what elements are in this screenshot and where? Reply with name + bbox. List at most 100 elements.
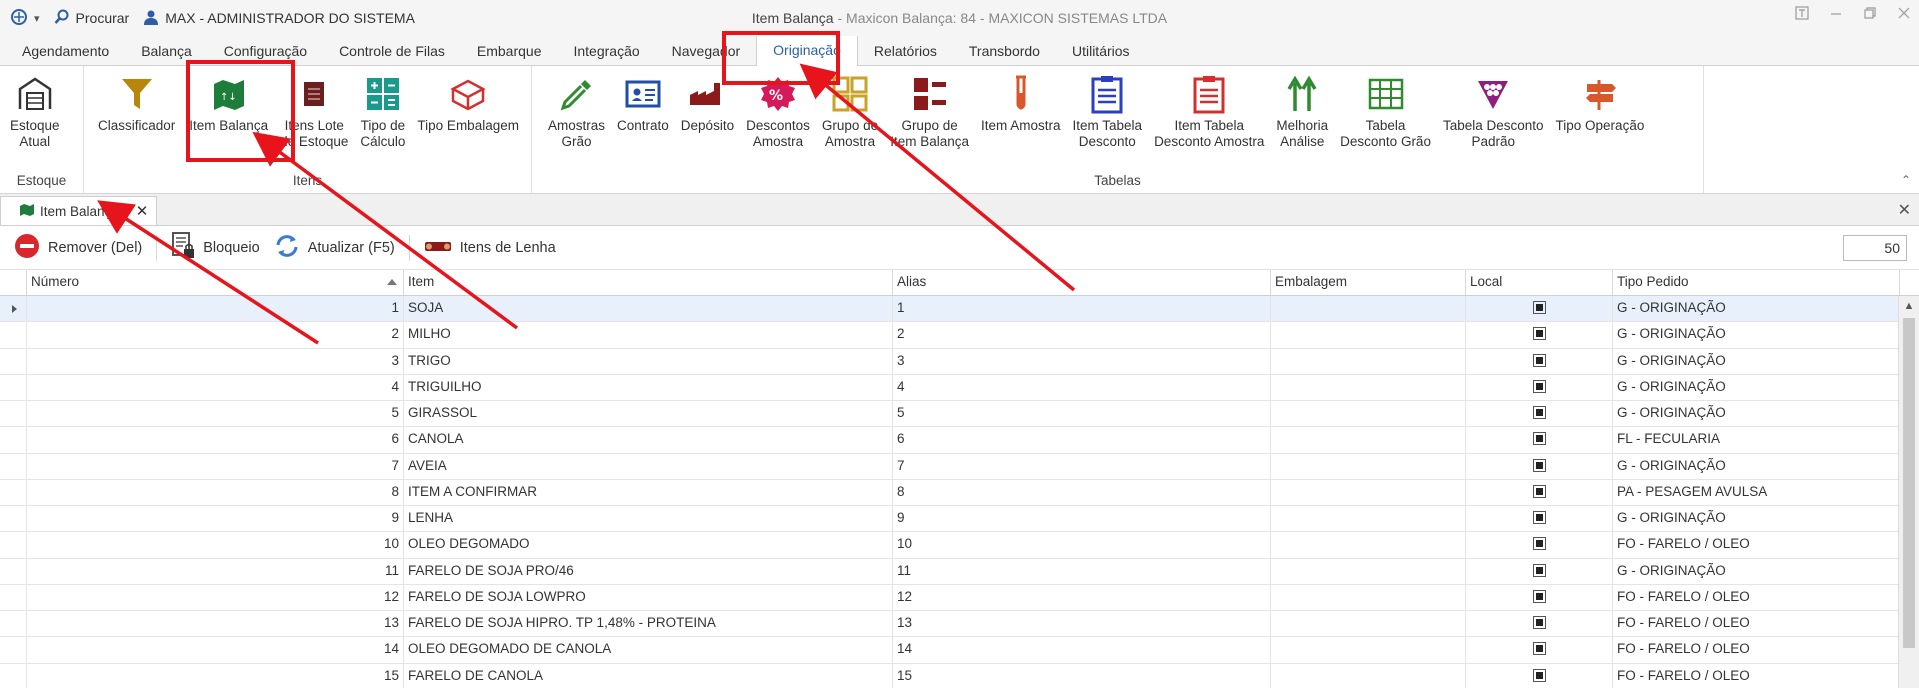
cell-embalagem bbox=[1271, 427, 1466, 453]
local-checkbox[interactable] bbox=[1532, 511, 1546, 524]
menu-utilitarios[interactable]: Utilitários bbox=[1056, 37, 1146, 65]
menu-agendamento[interactable]: Agendamento bbox=[6, 37, 125, 65]
tipo-operacao-button[interactable]: Tipo Operação bbox=[1550, 74, 1651, 134]
row-indicator bbox=[0, 401, 27, 427]
search-button[interactable]: Procurar bbox=[54, 9, 129, 28]
menu-configuracao[interactable]: Configuração bbox=[208, 37, 323, 65]
item-balanca-button[interactable]: ↑↓ Item Balança bbox=[183, 74, 274, 134]
itens-lote-button[interactable]: Itens Lote de Estoque bbox=[274, 74, 354, 150]
user-button[interactable]: MAX - ADMINISTRADOR DO SISTEMA bbox=[143, 9, 415, 28]
local-checkbox[interactable] bbox=[1532, 432, 1546, 446]
classificador-button[interactable]: Classificador bbox=[92, 74, 181, 134]
table-row[interactable]: 15 FARELO DE CANOLA 15 FO - FARELO / OLEO bbox=[0, 663, 1919, 688]
amostras-grao-button[interactable]: Amostras Grão bbox=[542, 74, 611, 150]
scroll-thumb[interactable] bbox=[1903, 318, 1915, 648]
item-amostra-button[interactable]: Item Amostra bbox=[975, 74, 1067, 134]
table-row[interactable]: 3 TRIGO 3 G - ORIGINAÇÃO bbox=[0, 348, 1919, 375]
cell-tipo-pedido: FO - FARELO / OLEO bbox=[1613, 637, 1900, 663]
tipo-calculo-button[interactable]: Tipo de Cálculo bbox=[354, 74, 411, 150]
ribbon-collapse-icon[interactable]: ⌃ bbox=[1901, 173, 1911, 187]
descontos-amostra-button[interactable]: % Descontos Amostra bbox=[740, 74, 816, 150]
menu-integracao[interactable]: Integração bbox=[557, 37, 655, 65]
menu-bar: Agendamento Balança Configuração Controle d… bbox=[0, 35, 1919, 66]
cell-embalagem bbox=[1271, 663, 1466, 688]
row-indicator bbox=[0, 584, 27, 610]
minimize-icon[interactable] bbox=[1829, 6, 1843, 24]
local-checkbox[interactable] bbox=[1532, 484, 1546, 498]
grupo-item-balanca-button[interactable]: Grupo de Item Balança bbox=[884, 74, 975, 150]
app-logo-icon bbox=[10, 8, 28, 29]
table-row[interactable]: 4 TRIGUILHO 4 G - ORIGINAÇÃO bbox=[0, 374, 1919, 401]
local-checkbox[interactable] bbox=[1532, 563, 1546, 577]
contrato-button[interactable]: Contrato bbox=[611, 74, 675, 134]
cell-embalagem bbox=[1271, 479, 1466, 505]
column-header-alias[interactable]: Alias bbox=[893, 270, 1271, 295]
atualizar-button[interactable]: Atualizar (F5) bbox=[274, 233, 395, 263]
table-row[interactable]: 7 AVEIA 7 G - ORIGINAÇÃO bbox=[0, 453, 1919, 480]
cell-numero: 10 bbox=[27, 532, 404, 558]
table-row[interactable]: 5 GIRASSOL 5 G - ORIGINAÇÃO bbox=[0, 401, 1919, 428]
table-row[interactable]: 9 LENHA 9 G - ORIGINAÇÃO bbox=[0, 506, 1919, 533]
toolbar-separator bbox=[408, 234, 410, 261]
column-header-tipo-pedido[interactable]: Tipo Pedido bbox=[1613, 270, 1900, 295]
menu-transbordo[interactable]: Transbordo bbox=[953, 37, 1056, 65]
table-row[interactable]: 1 SOJA 1 G - ORIGINAÇÃO bbox=[0, 296, 1919, 323]
menu-relatorios[interactable]: Relatórios bbox=[858, 37, 953, 65]
app-menu-button[interactable]: ▾ bbox=[10, 8, 40, 29]
column-header-item[interactable]: Item bbox=[404, 270, 893, 295]
local-checkbox[interactable] bbox=[1532, 616, 1546, 629]
doc-tab-item-balanca[interactable]: Item Balança ✕ bbox=[0, 196, 158, 225]
column-header-embalagem[interactable]: Embalagem bbox=[1271, 270, 1466, 295]
local-checkbox[interactable] bbox=[1532, 353, 1546, 367]
local-checkbox[interactable] bbox=[1532, 406, 1546, 419]
table-row[interactable]: 10 OLEO DEGOMADO 10 FO - FARELO / OLEO bbox=[0, 532, 1919, 559]
local-checkbox[interactable] bbox=[1532, 458, 1546, 472]
close-tab-icon[interactable]: ✕ bbox=[136, 202, 149, 220]
local-checkbox[interactable] bbox=[1532, 537, 1546, 551]
local-checkbox[interactable] bbox=[1532, 589, 1546, 603]
page-size-input[interactable]: 50 bbox=[1843, 235, 1907, 261]
menu-navegador[interactable]: Navegador bbox=[656, 37, 757, 65]
grupo-amostra-button[interactable]: Grupo de Amostra bbox=[816, 74, 884, 150]
table-row[interactable]: 14 OLEO DEGOMADO DE CANOLA 14 FO - FARELO /… bbox=[0, 637, 1919, 664]
local-checkbox[interactable] bbox=[1532, 379, 1546, 393]
scroll-up-icon[interactable]: ▲ bbox=[1899, 296, 1919, 312]
cell-local bbox=[1466, 558, 1613, 584]
table-row[interactable]: 2 MILHO 2 G - ORIGINAÇÃO bbox=[0, 322, 1919, 349]
menu-embarque[interactable]: Embarque bbox=[461, 37, 558, 65]
descontos-amostra-label: Descontos Amostra bbox=[746, 118, 810, 149]
table-row[interactable]: 11 FARELO DE SOJA PRO/46 11 G - ORIGINAÇÃO bbox=[0, 558, 1919, 585]
tabela-desconto-padrao-button[interactable]: Tabela Desconto Padrão bbox=[1437, 74, 1550, 150]
close-all-tabs-icon[interactable]: ✕ bbox=[1898, 200, 1911, 220]
tipo-embalagem-button[interactable]: Tipo Embalagem bbox=[411, 74, 525, 134]
bloqueio-button[interactable]: Bloqueio bbox=[171, 231, 260, 264]
column-header-numero[interactable]: Número bbox=[27, 270, 404, 295]
table-row[interactable]: 8 ITEM A CONFIRMAR 8 PA - PESAGEM AVULSA bbox=[0, 479, 1919, 506]
vertical-scrollbar[interactable]: ▲ bbox=[1898, 296, 1919, 688]
column-header-local[interactable]: Local bbox=[1466, 270, 1613, 295]
restore-icon[interactable] bbox=[1863, 6, 1877, 24]
deposito-button[interactable]: Depósito bbox=[675, 74, 740, 134]
item-tabela-desconto-button[interactable]: Item Tabela Desconto bbox=[1067, 74, 1149, 150]
local-checkbox[interactable] bbox=[1532, 301, 1546, 314]
cell-tipo-pedido: FO - FARELO / OLEO bbox=[1613, 532, 1900, 558]
menu-balanca[interactable]: Balança bbox=[125, 37, 208, 65]
table-row[interactable]: 13 FARELO DE SOJA HIPRO. TP 1,48% - PROTE… bbox=[0, 611, 1919, 638]
menu-controle-de-filas[interactable]: Controle de Filas bbox=[323, 37, 461, 65]
pin-icon[interactable] bbox=[1795, 6, 1809, 24]
menu-originacao[interactable]: Originação bbox=[756, 35, 858, 66]
table-row[interactable]: 6 CANOLA 6 FL - FECULARIA bbox=[0, 427, 1919, 454]
local-checkbox[interactable] bbox=[1532, 327, 1546, 341]
table-row[interactable]: 12 FARELO DE SOJA LOWPRO 12 FO - FARELO / O… bbox=[0, 584, 1919, 611]
remover-button[interactable]: Remover (Del) bbox=[14, 233, 142, 263]
estoque-atual-button[interactable]: Estoque Atual bbox=[4, 74, 66, 150]
tabela-desconto-grao-button[interactable]: Tabela Desconto Grão bbox=[1334, 74, 1437, 150]
item-tabela-desconto-amostra-button[interactable]: Item Tabela Desconto Amostra bbox=[1148, 74, 1270, 150]
melhoria-analise-button[interactable]: Melhoria Análise bbox=[1270, 74, 1334, 150]
local-checkbox[interactable] bbox=[1532, 642, 1546, 656]
itens-lenha-button[interactable]: Itens de Lenha bbox=[424, 238, 556, 258]
cell-embalagem bbox=[1271, 322, 1466, 348]
local-checkbox[interactable] bbox=[1532, 668, 1546, 682]
refresh-icon bbox=[274, 233, 300, 263]
close-window-icon[interactable] bbox=[1897, 6, 1911, 24]
